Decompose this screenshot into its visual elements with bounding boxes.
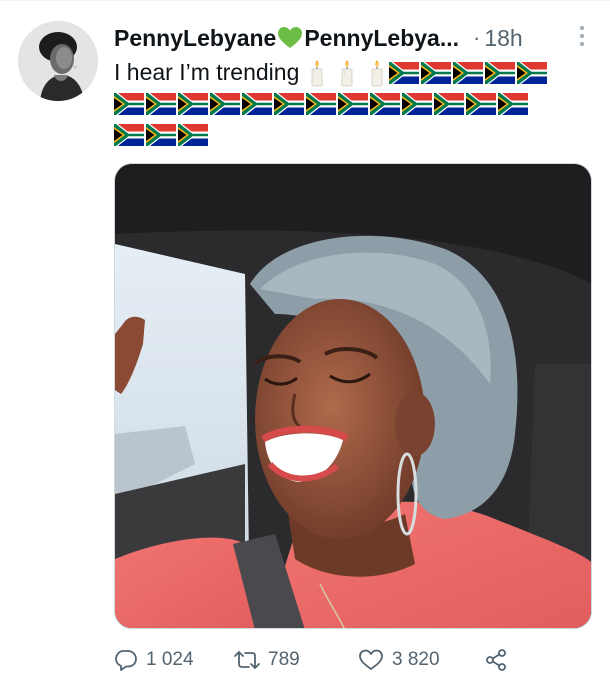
tweet-text-line-3	[114, 119, 584, 150]
south-africa-flag-icon	[178, 93, 208, 115]
south-africa-flag-icon	[453, 62, 483, 84]
south-africa-flag-icon	[210, 93, 240, 115]
south-africa-flag-icon	[421, 62, 451, 84]
south-africa-flag-icon	[114, 93, 144, 115]
heart-icon	[359, 649, 383, 670]
flag-emoji-run-2	[114, 93, 530, 115]
reply-icon	[115, 650, 137, 671]
south-africa-flag-icon	[338, 93, 368, 115]
retweet-icon	[234, 651, 260, 669]
south-africa-flag-icon	[178, 124, 208, 146]
tweet-media[interactable]	[114, 163, 592, 629]
tweet-header: PennyLebyane PennyLebya... · 18h	[114, 21, 594, 55]
candle-icon	[339, 59, 355, 87]
reply-button[interactable]: 1 024	[114, 648, 194, 672]
south-africa-flag-icon	[146, 93, 176, 115]
tweet[interactable]: PennyLebyane PennyLebya... · 18h I hear …	[0, 0, 610, 680]
avatar[interactable]	[18, 21, 98, 101]
green-heart-icon	[278, 27, 303, 48]
south-africa-flag-icon	[114, 124, 144, 146]
south-africa-flag-icon	[517, 62, 547, 84]
candle-emoji-run	[309, 59, 389, 87]
south-africa-flag-icon	[389, 62, 419, 84]
south-africa-flag-icon	[242, 93, 272, 115]
tweet-text-line-2	[114, 88, 584, 119]
retweet-button[interactable]: 789	[234, 648, 300, 672]
south-africa-flag-icon	[274, 93, 304, 115]
share-icon	[486, 649, 506, 671]
retweet-count: 789	[268, 649, 300, 670]
south-africa-flag-icon	[370, 93, 400, 115]
south-africa-flag-icon	[466, 93, 496, 115]
tweet-actions: 1 024 789 3 820	[114, 645, 594, 675]
separator-dot: ·	[473, 25, 481, 50]
media-photo	[115, 164, 591, 628]
tweet-text-line-1: I hear I’m trending	[114, 57, 584, 88]
south-africa-flag-icon	[485, 62, 515, 84]
candle-icon	[309, 59, 325, 87]
more-options-icon[interactable]	[574, 23, 590, 49]
south-africa-flag-icon	[402, 93, 432, 115]
share-button[interactable]	[484, 648, 516, 672]
flag-emoji-run-1	[389, 62, 549, 84]
like-count: 3 820	[392, 649, 440, 670]
handle[interactable]: PennyLebya...	[304, 25, 459, 52]
tweet-text: I hear I’m trending	[114, 57, 584, 150]
tweet-text-content: I hear I’m trending	[114, 59, 300, 85]
south-africa-flag-icon	[306, 93, 336, 115]
south-africa-flag-icon	[498, 93, 528, 115]
reply-count: 1 024	[146, 649, 194, 670]
timestamp[interactable]: 18h	[484, 25, 522, 52]
candle-icon	[369, 59, 385, 87]
flag-emoji-run-3	[114, 124, 210, 146]
display-name[interactable]: PennyLebyane	[114, 25, 276, 52]
south-africa-flag-icon	[146, 124, 176, 146]
south-africa-flag-icon	[434, 93, 464, 115]
like-button[interactable]: 3 820	[358, 648, 440, 672]
avatar-photo	[18, 21, 98, 101]
